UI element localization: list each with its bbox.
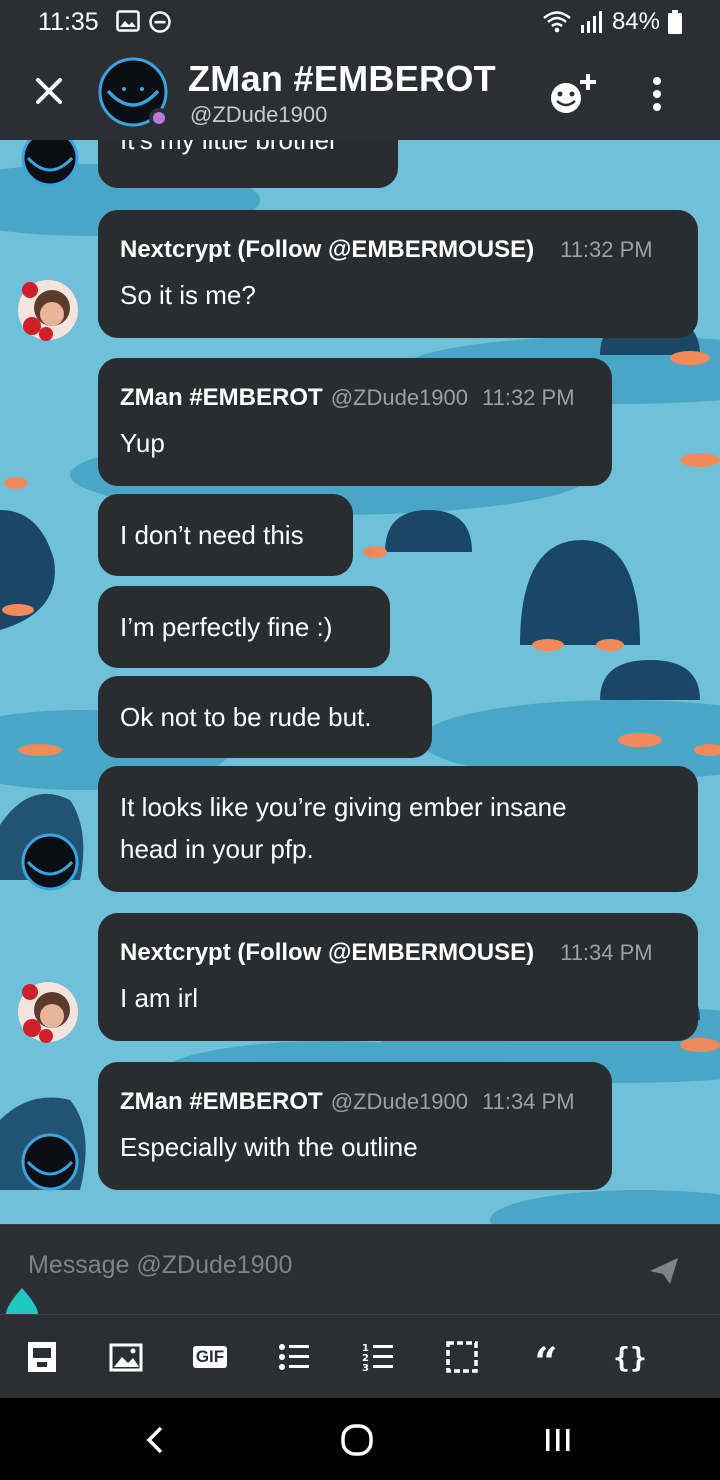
svg-text:3: 3 bbox=[362, 1363, 369, 1374]
avatar[interactable] bbox=[20, 140, 80, 188]
message-bubble[interactable]: Nextcrypt (Follow @EMBERMOUSE) 11:34 PM I… bbox=[98, 913, 698, 1041]
code-block-icon[interactable]: {} bbox=[612, 1339, 648, 1375]
presence-indicator bbox=[149, 108, 169, 128]
battery-icon bbox=[668, 10, 682, 34]
avatar[interactable] bbox=[16, 278, 80, 342]
message-bubble[interactable]: It looks like you’re giving ember insane… bbox=[98, 766, 698, 892]
message-bubble[interactable]: ZMan #EMBEROT @ZDude1900 11:32 PM Yup bbox=[98, 358, 612, 486]
message-composer[interactable]: Message @ZDude1900 bbox=[0, 1224, 720, 1314]
avatar[interactable] bbox=[20, 832, 80, 892]
image-icon bbox=[116, 10, 140, 32]
message-text: head in your pfp. bbox=[120, 834, 314, 864]
message-timestamp: 11:32 PM bbox=[560, 237, 653, 262]
gif-icon[interactable]: GIF bbox=[192, 1339, 228, 1375]
spoiler-icon[interactable] bbox=[24, 1339, 60, 1375]
page-title: ZMan #EMBEROT bbox=[188, 58, 496, 99]
message-author: ZMan #EMBEROT bbox=[120, 384, 323, 411]
image-icon[interactable] bbox=[108, 1339, 144, 1375]
add-user-icon[interactable] bbox=[548, 72, 598, 116]
message-author-handle: @ZDude1900 bbox=[330, 385, 468, 410]
send-icon[interactable] bbox=[646, 1253, 682, 1289]
conversation-header: ZMan #EMBEROT @ZDude1900 bbox=[0, 44, 720, 140]
signal-icon bbox=[580, 11, 602, 33]
home-icon[interactable] bbox=[337, 1420, 377, 1460]
message-timestamp: 11:34 PM bbox=[482, 1089, 575, 1114]
battery-level: 84% bbox=[611, 8, 660, 35]
status-time: 11:35 bbox=[38, 8, 99, 36]
numbered-list-icon[interactable]: 1 2 3 bbox=[360, 1339, 396, 1375]
avatar[interactable] bbox=[20, 1132, 80, 1192]
message-bubble[interactable]: ZMan #EMBEROT @ZDude1900 11:34 PM Especial… bbox=[98, 1062, 612, 1190]
close-icon[interactable] bbox=[28, 70, 70, 112]
message-author: Nextcrypt (Follow @EMBERMOUSE) bbox=[120, 939, 535, 966]
quote-icon[interactable]: “ bbox=[528, 1339, 564, 1383]
bulleted-list-icon[interactable] bbox=[276, 1339, 312, 1375]
message-bubble[interactable]: I don’t need this bbox=[98, 494, 353, 576]
message-text: So it is me? bbox=[120, 280, 256, 310]
message-timestamp: 11:32 PM bbox=[482, 385, 575, 410]
message-bubble[interactable]: It’s my little brother bbox=[98, 140, 398, 188]
formatting-toolbar: GIF 1 2 3 “ {} bbox=[0, 1314, 720, 1398]
message-bubble[interactable]: Ok not to be rude but. bbox=[98, 676, 432, 758]
message-text: Yup bbox=[120, 428, 165, 458]
message-text: I’m perfectly fine :) bbox=[120, 612, 333, 642]
system-nav-bar bbox=[0, 1398, 720, 1480]
message-text: Especially with the outline bbox=[120, 1132, 418, 1162]
message-text: It’s my little brother bbox=[120, 140, 338, 155]
user-handle: @ZDude1900 bbox=[190, 102, 328, 127]
message-author: Nextcrypt (Follow @EMBERMOUSE) bbox=[120, 236, 535, 263]
message-author: ZMan #EMBEROT bbox=[120, 1088, 323, 1115]
message-list[interactable]: It’s my little brother Nextcrypt (Follow… bbox=[0, 140, 720, 1224]
do-not-disturb-icon bbox=[149, 11, 171, 33]
message-bubble[interactable]: Nextcrypt (Follow @EMBERMOUSE) 11:32 PM S… bbox=[98, 210, 698, 338]
message-timestamp: 11:34 PM bbox=[560, 940, 653, 965]
message-author-handle: @ZDude1900 bbox=[330, 1089, 468, 1114]
message-text: Ok not to be rude but. bbox=[120, 702, 372, 732]
avatar[interactable] bbox=[16, 980, 80, 1044]
select-icon[interactable] bbox=[444, 1339, 480, 1375]
message-input[interactable]: Message @ZDude1900 bbox=[28, 1251, 292, 1280]
status-bar: 11:35 84% bbox=[0, 0, 720, 44]
wifi-icon bbox=[543, 11, 571, 33]
message-bubble[interactable]: I’m perfectly fine :) bbox=[98, 586, 390, 668]
message-text: I am irl bbox=[120, 983, 198, 1013]
recents-icon[interactable] bbox=[538, 1420, 578, 1460]
message-text: I don’t need this bbox=[120, 520, 304, 550]
back-icon[interactable] bbox=[136, 1420, 176, 1460]
message-text: It looks like you’re giving ember insane bbox=[120, 792, 567, 822]
more-vert-icon[interactable] bbox=[640, 74, 674, 114]
